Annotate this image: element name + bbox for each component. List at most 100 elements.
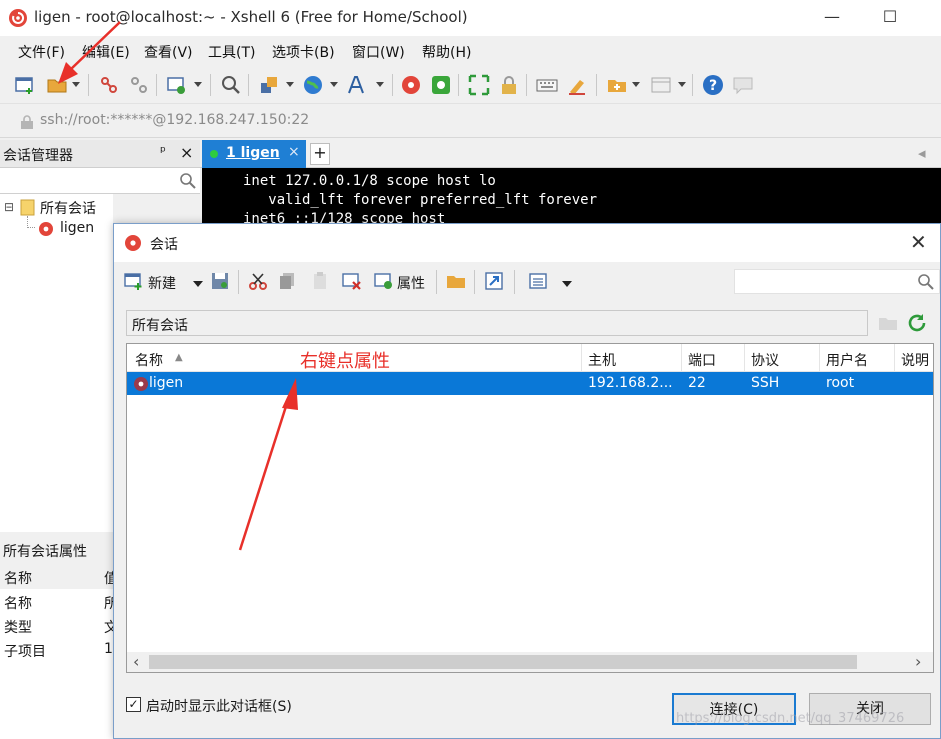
scroll-right-button[interactable]: › bbox=[915, 652, 921, 671]
globe-dropdown-icon[interactable] bbox=[330, 82, 338, 87]
folder-dropdown-icon[interactable] bbox=[632, 82, 640, 87]
pane-close-button[interactable]: × bbox=[180, 143, 193, 162]
toolbar-separator bbox=[156, 74, 157, 96]
toolbar-separator bbox=[692, 74, 693, 96]
copy-icon[interactable] bbox=[278, 271, 298, 291]
column-divider[interactable] bbox=[744, 344, 745, 372]
toolbar-separator bbox=[458, 74, 459, 96]
maximize-button[interactable]: ☐ bbox=[870, 6, 910, 30]
column-header-protocol[interactable]: 协议 bbox=[751, 350, 779, 370]
keyboard-icon[interactable] bbox=[536, 74, 558, 96]
disconnect-icon[interactable] bbox=[128, 74, 150, 96]
toolbar-separator bbox=[436, 270, 437, 294]
chat-icon[interactable] bbox=[732, 74, 754, 96]
settings-dropdown-icon[interactable] bbox=[194, 82, 202, 87]
transfer-icon[interactable] bbox=[258, 74, 280, 96]
menu-tabs[interactable]: 选项卡(B) bbox=[272, 42, 335, 62]
help-icon[interactable]: ? bbox=[702, 74, 724, 96]
refresh-icon[interactable] bbox=[906, 312, 928, 334]
column-header-port[interactable]: 端口 bbox=[688, 350, 716, 370]
column-header-host[interactable]: 主机 bbox=[588, 350, 616, 370]
tab-scroll-left-icon[interactable]: ◂ bbox=[918, 144, 926, 162]
lock-icon[interactable] bbox=[498, 74, 520, 96]
font-dropdown-icon[interactable] bbox=[376, 82, 384, 87]
show-on-startup-label[interactable]: 启动时显示此对话框(S) bbox=[146, 696, 292, 716]
save-icon[interactable] bbox=[210, 271, 230, 291]
font-icon[interactable] bbox=[346, 74, 368, 96]
tree-collapse-toggle[interactable]: ⊟ bbox=[4, 200, 14, 214]
terminal-line: inet 127.0.0.1/8 scope host lo bbox=[243, 173, 496, 189]
properties-row: 类型 文件夹 bbox=[0, 614, 113, 638]
menu-window[interactable]: 窗口(W) bbox=[352, 42, 405, 62]
xftp-icon[interactable] bbox=[430, 74, 452, 96]
highlight-icon[interactable] bbox=[566, 74, 588, 96]
tab-ligen[interactable]: 1 ligen × bbox=[202, 140, 306, 168]
properties-table: 名称 值 名称 所有会话 类型 文件夹 子项目 1 bbox=[0, 565, 113, 739]
session-icon bbox=[134, 377, 148, 391]
new-session-icon[interactable] bbox=[14, 74, 36, 96]
paste-icon[interactable] bbox=[310, 271, 330, 291]
session-list-header: 名称 ▲ 主机 端口 协议 用户名 说明 bbox=[127, 344, 933, 372]
dialog-search-input[interactable] bbox=[734, 269, 940, 294]
annotation-arrow-icon bbox=[58, 21, 121, 84]
tab-label: 1 ligen bbox=[226, 145, 280, 161]
scroll-left-button[interactable]: ‹ bbox=[133, 652, 139, 671]
pin-icon[interactable]: ᵖ bbox=[160, 144, 166, 160]
column-divider[interactable] bbox=[819, 344, 820, 372]
column-divider[interactable] bbox=[681, 344, 682, 372]
session-search-input[interactable] bbox=[0, 168, 200, 194]
new-dropdown-icon[interactable] bbox=[193, 281, 203, 287]
column-header-description[interactable]: 说明 bbox=[901, 350, 929, 370]
toolbar-separator bbox=[248, 74, 249, 96]
folder-up-icon[interactable] bbox=[878, 313, 898, 333]
show-on-startup-checkbox[interactable]: ✓ bbox=[126, 697, 141, 712]
toolbar-separator bbox=[526, 74, 527, 96]
cut-icon[interactable] bbox=[248, 271, 268, 291]
transfer-dropdown-icon[interactable] bbox=[286, 82, 294, 87]
shortcut-icon[interactable] bbox=[484, 271, 504, 291]
new-folder-icon[interactable] bbox=[606, 74, 628, 96]
globe-icon[interactable] bbox=[302, 74, 324, 96]
properties-icon[interactable] bbox=[374, 271, 394, 291]
properties-col-name: 名称 bbox=[4, 571, 32, 587]
column-divider[interactable] bbox=[894, 344, 895, 372]
session-settings-icon[interactable] bbox=[166, 74, 188, 96]
view-dropdown-icon[interactable] bbox=[562, 281, 572, 287]
tree-node-all-sessions[interactable]: 所有会话 bbox=[40, 198, 96, 218]
minimize-button[interactable]: — bbox=[812, 6, 852, 30]
new-button[interactable]: 新建 bbox=[148, 273, 176, 293]
column-divider[interactable] bbox=[581, 344, 582, 372]
tree-node-ligen[interactable]: ligen bbox=[60, 220, 94, 236]
menu-help[interactable]: 帮助(H) bbox=[422, 42, 471, 62]
view-mode-icon[interactable] bbox=[528, 271, 548, 291]
property-value: 文件夹 bbox=[104, 620, 113, 636]
column-header-username[interactable]: 用户名 bbox=[826, 350, 868, 370]
toolbar-separator bbox=[210, 74, 211, 96]
properties-button[interactable]: 属性 bbox=[397, 273, 425, 293]
session-protocol: SSH bbox=[751, 375, 780, 391]
title-bar: ligen - root@localhost:~ - Xshell 6 (Fre… bbox=[0, 0, 941, 36]
new-session-icon[interactable] bbox=[124, 271, 144, 291]
xshell-icon[interactable] bbox=[400, 74, 422, 96]
folder-icon bbox=[20, 199, 35, 216]
find-icon[interactable] bbox=[220, 74, 242, 96]
terminal[interactable]: inet 127.0.0.1/8 scope host lo valid_lft… bbox=[202, 168, 941, 230]
session-username: root bbox=[826, 375, 855, 391]
properties-col-value: 值 bbox=[104, 571, 113, 587]
session-icon bbox=[39, 222, 53, 236]
new-tab-button[interactable]: + bbox=[310, 143, 330, 165]
toolbar-separator bbox=[596, 74, 597, 96]
tab-close-button[interactable]: × bbox=[288, 144, 300, 160]
layout-icon[interactable] bbox=[650, 74, 672, 96]
menu-view[interactable]: 查看(V) bbox=[144, 42, 193, 62]
search-icon bbox=[918, 274, 934, 290]
dialog-close-button[interactable]: ✕ bbox=[910, 230, 927, 254]
menu-tools[interactable]: 工具(T) bbox=[208, 42, 255, 62]
column-header-name[interactable]: 名称 bbox=[135, 350, 163, 370]
folder-icon[interactable] bbox=[446, 271, 466, 291]
fullscreen-icon[interactable] bbox=[468, 74, 490, 96]
layout-dropdown-icon[interactable] bbox=[678, 82, 686, 87]
delete-icon[interactable] bbox=[342, 271, 362, 291]
horizontal-scrollbar[interactable]: ‹ › bbox=[127, 652, 933, 672]
scrollbar-thumb[interactable] bbox=[149, 655, 857, 669]
